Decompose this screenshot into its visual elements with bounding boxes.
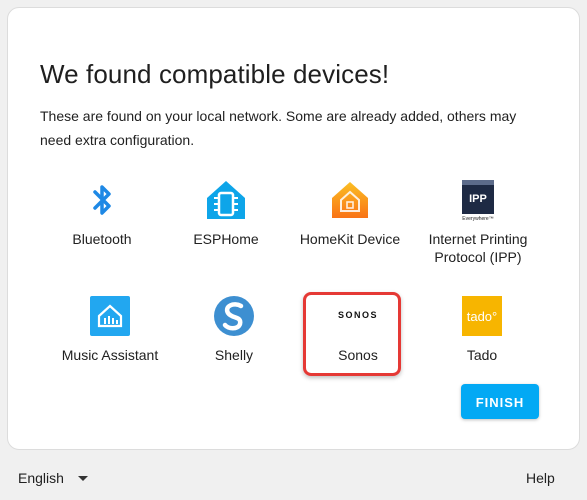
language-label: English <box>18 470 64 486</box>
device-music-assistant[interactable]: Music Assistant <box>48 294 172 364</box>
dialog-title: We found compatible devices! <box>40 59 390 89</box>
help-link[interactable]: Help <box>526 470 555 486</box>
svg-text:Everywhere™: Everywhere™ <box>462 216 493 222</box>
chevron-down-icon <box>77 475 88 481</box>
device-ipp[interactable]: IPP Everywhere™ Internet Printing Protoc… <box>416 178 540 266</box>
sonos-highlight-box <box>303 292 401 376</box>
footer: English Help <box>0 460 587 500</box>
device-label: Bluetooth <box>72 231 132 247</box>
tado-icon: tado° <box>460 294 504 338</box>
device-bluetooth[interactable]: Bluetooth <box>40 178 164 248</box>
discovery-dialog: We found compatible devices! These are f… <box>7 7 580 450</box>
device-label: Internet Printing Protocol (IPP) <box>428 231 528 265</box>
esphome-icon <box>204 178 248 222</box>
finish-button[interactable]: FINISH <box>461 384 539 419</box>
bluetooth-icon <box>80 178 124 222</box>
device-homekit[interactable]: HomeKit Device <box>288 178 412 248</box>
svg-text:tado°: tado° <box>467 309 498 324</box>
dialog-subtitle: These are found on your local network. S… <box>40 108 517 148</box>
device-label: Tado <box>466 347 498 363</box>
homekit-icon <box>328 178 372 222</box>
device-tado[interactable]: tado° Tado <box>420 294 544 364</box>
svg-text:IPP: IPP <box>469 193 487 205</box>
language-selector[interactable]: English <box>18 470 88 486</box>
device-label: HomeKit Device <box>299 231 401 247</box>
device-label: ESPHome <box>193 231 259 247</box>
device-label: Music Assistant <box>61 347 159 363</box>
device-shelly[interactable]: Shelly <box>172 294 296 364</box>
ipp-icon: IPP Everywhere™ <box>456 178 500 222</box>
device-label: Shelly <box>214 347 254 363</box>
device-esphome[interactable]: ESPHome <box>164 178 288 248</box>
shelly-icon <box>212 294 256 338</box>
music-assistant-icon <box>88 294 132 338</box>
